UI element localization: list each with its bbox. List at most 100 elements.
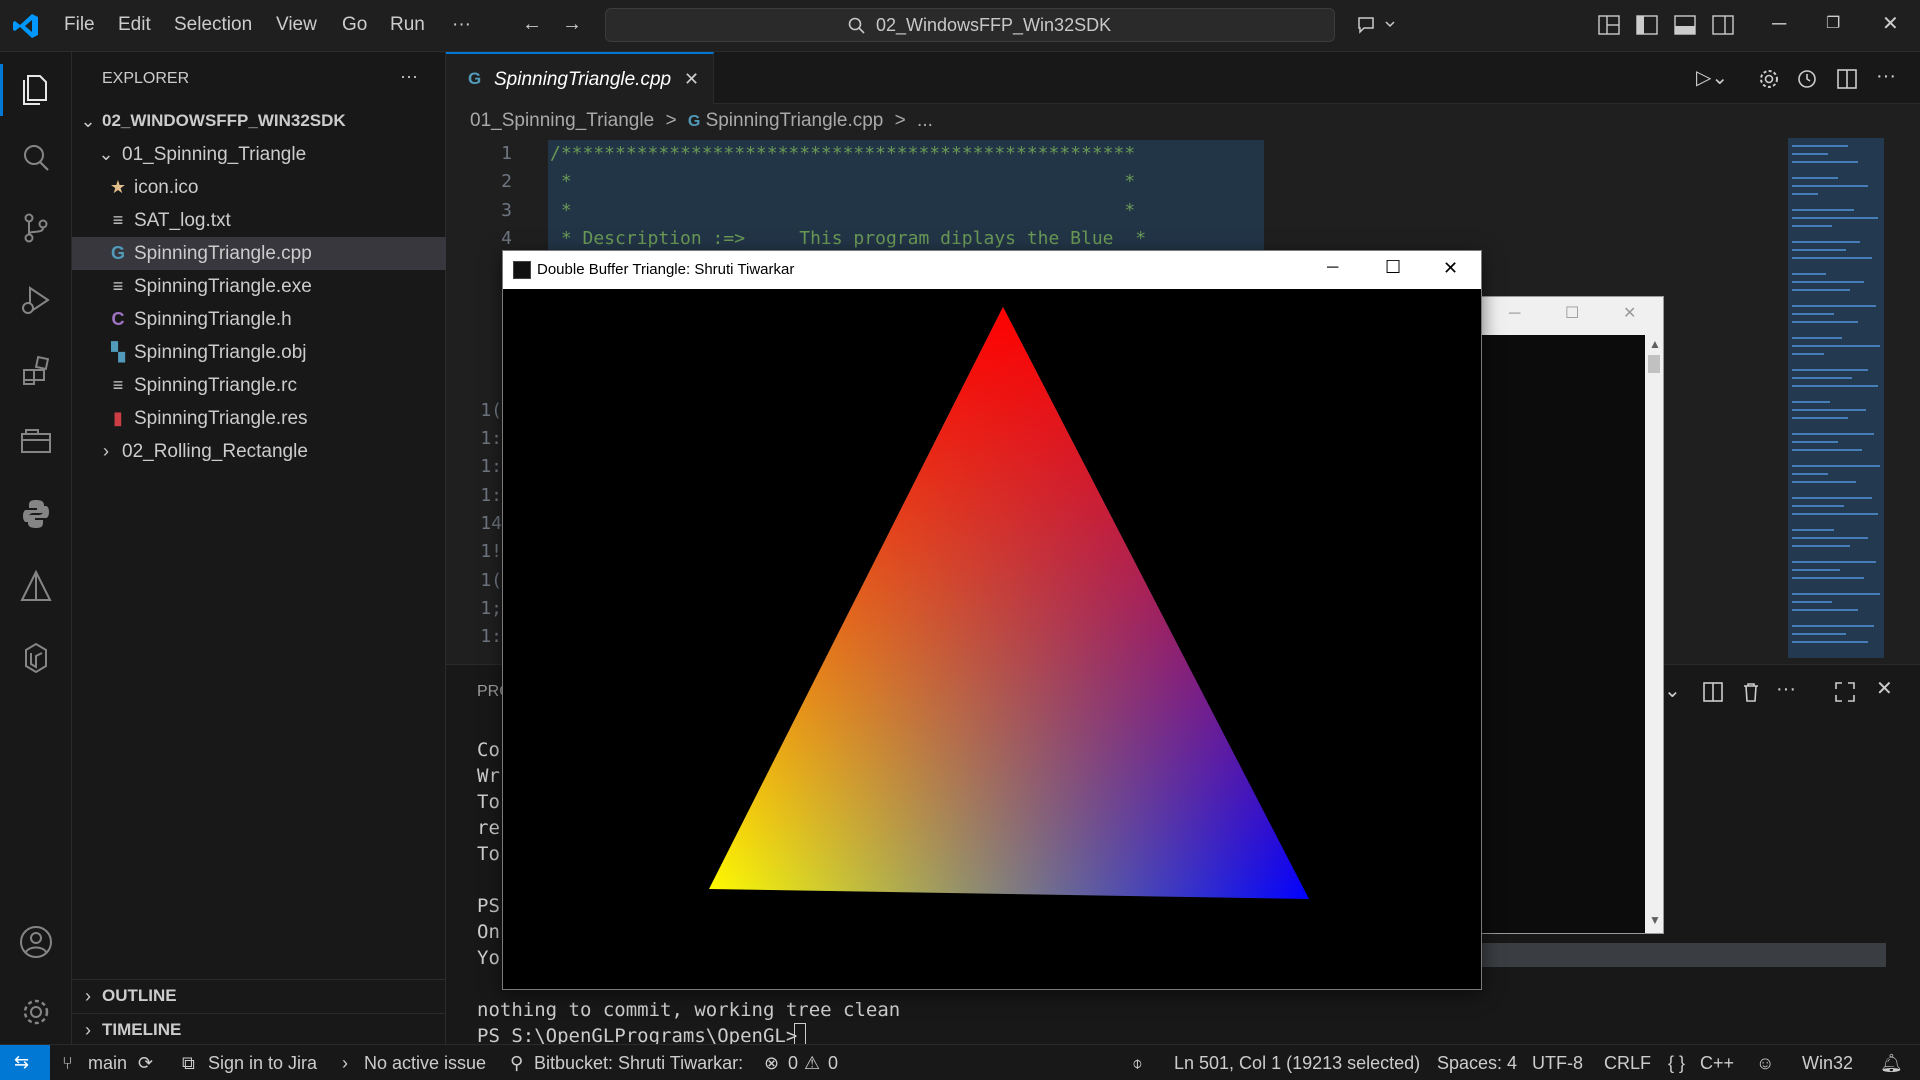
cmake-icon[interactable]	[14, 564, 58, 608]
platform[interactable]: Win32	[1802, 1053, 1853, 1074]
remote-indicator[interactable]: ⇆	[0, 1045, 50, 1080]
tab-close-icon[interactable]: ✕	[684, 69, 699, 90]
root-folder-label: 02_WINDOWSFFP_WIN32SDK	[102, 111, 346, 130]
copilot-status-icon[interactable]: ☺	[1756, 1053, 1774, 1074]
code-line[interactable]: * Description :=> This program diplays t…	[550, 228, 1146, 249]
vscode-logo-icon[interactable]	[12, 12, 40, 40]
panel-more-icon[interactable]: ···	[1776, 679, 1796, 699]
toggle-panel-icon[interactable]	[1674, 15, 1696, 35]
menu-file[interactable]: File	[64, 14, 95, 36]
line-ending[interactable]: CRLF	[1604, 1053, 1651, 1074]
search-text: 02_WindowsFFP_Win32SDK	[876, 15, 1112, 35]
search-view-icon[interactable]	[14, 136, 58, 180]
file-item-selected[interactable]: G SpinningTriangle.cpp	[72, 237, 446, 270]
menu-more[interactable]: ···	[452, 14, 471, 36]
active-indicator	[0, 64, 3, 116]
menu-view[interactable]: View	[276, 14, 317, 36]
run-debug-icon[interactable]	[14, 278, 58, 322]
window-minimize-icon[interactable]: ─	[1772, 14, 1786, 34]
cursor-position[interactable]: Ln 501, Col 1 (19213 selected)	[1174, 1053, 1420, 1074]
toggle-sidebar-icon[interactable]	[1636, 15, 1658, 35]
minimap[interactable]	[1788, 138, 1884, 658]
branch-name[interactable]: main	[88, 1053, 127, 1074]
maximize-panel-icon[interactable]	[1834, 681, 1856, 703]
explorer-icon[interactable]	[14, 66, 58, 110]
console-maximize-icon[interactable]: ☐	[1565, 303, 1579, 323]
source-control-icon[interactable]	[14, 206, 58, 250]
file-label: SpinningTriangle.exe	[134, 276, 312, 297]
notifications-bell-icon[interactable]: 🔔︎	[1880, 1053, 1903, 1074]
menu-run[interactable]: Run	[390, 14, 425, 36]
python-icon[interactable]	[14, 492, 58, 536]
console-minimize-icon[interactable]: ─	[1509, 305, 1520, 323]
file-item[interactable]: ≡ SpinningTriangle.rc	[72, 369, 446, 402]
file-item[interactable]: ▮ SpinningTriangle.res	[72, 402, 446, 435]
history-icon[interactable]	[1796, 68, 1818, 90]
active-issue[interactable]: No active issue	[364, 1053, 486, 1074]
jira-bitbucket-icon[interactable]	[14, 636, 58, 680]
scroll-down-icon[interactable]: ▼	[1649, 913, 1661, 927]
trash-icon[interactable]	[1740, 681, 1762, 703]
manage-gear-icon[interactable]	[14, 990, 58, 1034]
console-close-icon[interactable]: ✕	[1623, 303, 1636, 323]
outline-section[interactable]: › OUTLINE	[72, 980, 446, 1013]
extensions-icon[interactable]	[14, 350, 58, 394]
split-terminal-icon[interactable]	[1702, 681, 1724, 703]
explorer-more-button[interactable]: ···	[400, 66, 418, 87]
menu-selection[interactable]: Selection	[174, 14, 252, 36]
customize-layout-icon[interactable]	[1598, 15, 1620, 35]
timeline-section[interactable]: › TIMELINE	[72, 1014, 446, 1047]
opengl-window[interactable]: Double Buffer Triangle: Shruti Tiwarkar …	[502, 250, 1482, 990]
indentation[interactable]: Spaces: 4	[1437, 1053, 1517, 1074]
chevron-down-icon[interactable]: ⌄	[1664, 681, 1681, 701]
file-item[interactable]: ▚ SpinningTriangle.obj	[72, 336, 446, 369]
settings-gear-icon[interactable]	[1758, 68, 1780, 90]
sync-icon[interactable]: ⟳	[138, 1053, 153, 1074]
error-count[interactable]: 0	[788, 1053, 798, 1074]
toggle-secondary-sidebar-icon[interactable]	[1712, 15, 1734, 35]
menu-edit[interactable]: Edit	[118, 14, 151, 36]
file-item[interactable]: C SpinningTriangle.h	[72, 303, 446, 336]
forward-arrow-icon[interactable]: →	[562, 14, 582, 34]
file-item[interactable]: ★ icon.ico	[72, 171, 446, 204]
close-panel-icon[interactable]: ✕	[1876, 679, 1893, 699]
scroll-up-icon[interactable]: ▲	[1649, 337, 1661, 351]
scroll-thumb[interactable]	[1648, 355, 1660, 373]
jira-signin[interactable]: Sign in to Jira	[208, 1053, 317, 1074]
menu-go[interactable]: Go	[342, 14, 367, 36]
breadcrumb-more[interactable]: ...	[917, 110, 933, 131]
console-scrollbar[interactable]: ▲ ▼	[1645, 335, 1663, 933]
tab-spinningtriangle-cpp[interactable]: G SpinningTriangle.cpp ✕	[446, 52, 714, 104]
root-folder[interactable]: ⌄ 02_WINDOWSFFP_WIN32SDK	[72, 105, 446, 138]
run-file-icon[interactable]: ▷⌄	[1696, 68, 1728, 88]
folder-rolling-rectangle[interactable]: › 02_Rolling_Rectangle	[72, 435, 446, 468]
title-bar: File Edit Selection View Go Run ··· ← → …	[0, 0, 1920, 52]
bitbucket-status[interactable]: Bitbucket: Shruti Tiwarkar:	[534, 1053, 743, 1074]
code-line[interactable]: * *	[550, 200, 1135, 221]
language-mode[interactable]: C++	[1700, 1053, 1734, 1074]
file-item[interactable]: ≡ SpinningTriangle.exe	[72, 270, 446, 303]
opengl-canvas[interactable]	[503, 289, 1481, 989]
split-editor-icon[interactable]	[1836, 68, 1858, 90]
back-arrow-icon[interactable]: ←	[522, 14, 542, 34]
remote-explorer-icon[interactable]	[14, 420, 58, 464]
opengl-window-titlebar[interactable]: Double Buffer Triangle: Shruti Tiwarkar …	[503, 251, 1481, 289]
editor-more-icon[interactable]: ···	[1876, 66, 1896, 86]
gl-close-icon[interactable]: ✕	[1443, 258, 1458, 279]
code-line[interactable]: * *	[550, 171, 1135, 192]
folder-spinning-triangle[interactable]: ⌄ 01_Spinning_Triangle	[72, 138, 446, 171]
breadcrumb-file[interactable]: SpinningTriangle.cpp	[706, 110, 884, 131]
gl-minimize-icon[interactable]: ─	[1327, 259, 1338, 277]
encoding[interactable]: UTF-8	[1532, 1053, 1583, 1074]
command-center-search[interactable]: 02_WindowsFFP_Win32SDK	[605, 8, 1335, 42]
file-item[interactable]: ≡ SAT_log.txt	[72, 204, 446, 237]
breadcrumb-folder[interactable]: 01_Spinning_Triangle	[470, 110, 654, 131]
gl-maximize-icon[interactable]: ☐	[1385, 257, 1401, 278]
window-close-icon[interactable]: ✕	[1882, 14, 1899, 34]
window-restore-icon[interactable]: ❐	[1826, 14, 1840, 34]
copilot-icon[interactable]	[1356, 14, 1396, 36]
git-commit-icon[interactable]: ⌽	[1132, 1053, 1143, 1074]
warning-count[interactable]: 0	[828, 1053, 838, 1074]
code-line[interactable]: /***************************************…	[550, 143, 1135, 164]
accounts-icon[interactable]	[14, 920, 58, 964]
